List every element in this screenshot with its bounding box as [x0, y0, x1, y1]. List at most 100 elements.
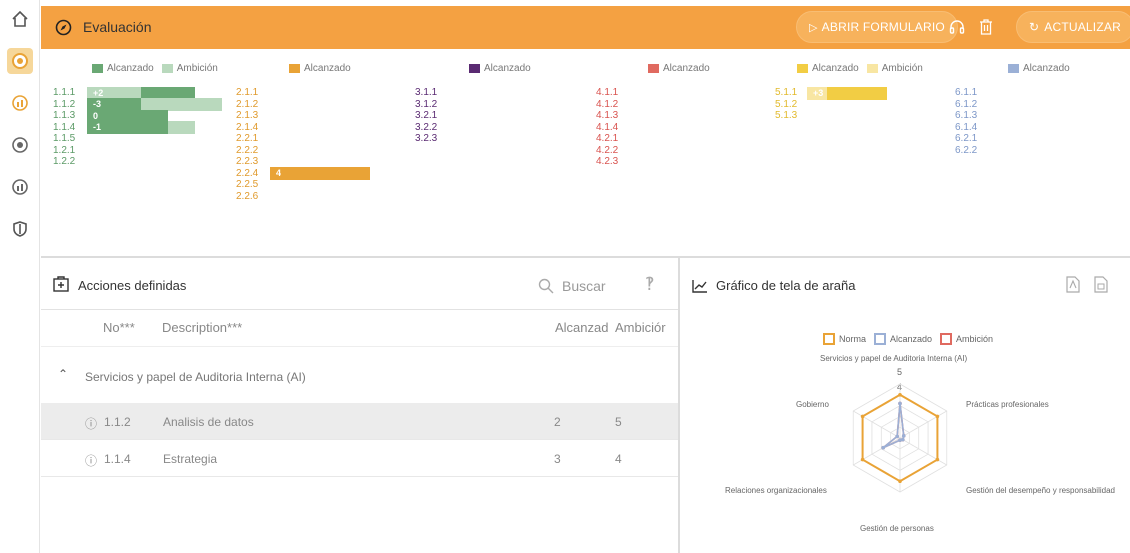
criterion-code[interactable]: 1.1.5 — [53, 133, 75, 145]
cube-nav-icon[interactable] — [7, 132, 33, 158]
criterion-code[interactable]: 4.1.2 — [596, 99, 618, 111]
legend-norma[interactable]: Norma — [839, 334, 866, 344]
criterion-code[interactable]: 3.2.2 — [415, 122, 437, 134]
radar-point — [881, 445, 885, 450]
refresh-button[interactable]: ↻ ACTUALIZAR — [1016, 11, 1130, 43]
excel-icon[interactable] — [1094, 276, 1108, 298]
criterion-code[interactable]: 1.2.1 — [53, 145, 75, 157]
legend-label[interactable]: Alcanzado — [304, 63, 351, 74]
radar-point — [860, 414, 865, 419]
criterion-code[interactable]: 2.2.6 — [236, 191, 258, 203]
open-form-button[interactable]: ▷ ABRIR FORMULARIO — [796, 11, 958, 43]
play-icon: ▷ — [809, 21, 818, 34]
criterion-code[interactable]: 2.2.3 — [236, 156, 258, 168]
legend-label[interactable]: Alcanzado — [663, 63, 710, 74]
axis-label-gobierno: Gobierno — [796, 400, 829, 409]
home-icon[interactable] — [7, 6, 33, 32]
headset-icon[interactable] — [949, 19, 965, 40]
legend-ambicion[interactable]: Ambición — [956, 334, 993, 344]
achieved-bar[interactable] — [270, 167, 370, 180]
criterion-code[interactable]: 6.1.3 — [955, 110, 977, 122]
criterion-code[interactable]: 6.2.2 — [955, 145, 977, 157]
section-divider — [41, 256, 1130, 258]
criterion-code[interactable]: 1.1.4 — [53, 122, 75, 134]
criterion-code[interactable]: 4.2.2 — [596, 145, 618, 157]
legend-label[interactable]: Alcanzado — [812, 63, 859, 74]
col-alcanzado[interactable]: Alcanzad — [555, 320, 608, 335]
radar-point — [898, 479, 902, 484]
evaluation-nav-icon[interactable] — [7, 48, 33, 74]
row-no: 1.1.4 — [104, 452, 131, 466]
radar-grid-ring — [852, 383, 948, 493]
panel-divider — [678, 258, 680, 553]
achieved-bar[interactable] — [827, 86, 887, 100]
info-icon[interactable]: ⓘ — [85, 415, 97, 432]
trash-icon[interactable] — [978, 18, 994, 41]
criterion-code[interactable]: 2.1.1 — [236, 87, 258, 99]
criterion-code[interactable]: 1.2.2 — [53, 156, 75, 168]
criterion-code[interactable]: 4.2.3 — [596, 156, 618, 168]
group-row[interactable]: ⌃ Servicios y papel de Auditoria Interna… — [41, 346, 678, 403]
axis-label-relaciones: Relaciones organizacionales — [725, 486, 827, 495]
row-alcanzado: 3 — [554, 452, 561, 466]
criterion-code[interactable]: 2.1.2 — [236, 99, 258, 111]
criterion-code[interactable]: 4.1.1 — [596, 87, 618, 99]
legend-label[interactable]: Ambición — [882, 63, 923, 74]
chevron-up-icon[interactable]: ⌃ — [58, 367, 68, 381]
criterion-code[interactable]: 1.1.1 — [53, 87, 75, 99]
stats-nav-icon[interactable] — [7, 174, 33, 200]
bar-value-label: +3 — [813, 87, 824, 98]
criterion-code[interactable]: 2.2.2 — [236, 145, 258, 157]
criterion-code[interactable]: 6.1.1 — [955, 87, 977, 99]
axis-label-gestion-personas: Gestión de personas — [860, 524, 934, 533]
info-icon[interactable]: ⓘ — [85, 452, 97, 469]
criterion-code[interactable]: 6.1.4 — [955, 122, 977, 134]
criterion-code[interactable]: 5.1.1 — [775, 87, 797, 99]
criterion-code[interactable]: 4.2.1 — [596, 133, 618, 145]
criterion-code[interactable]: 1.1.3 — [53, 110, 75, 122]
criterion-code[interactable]: 3.1.1 — [415, 87, 437, 99]
table-row[interactable]: ⓘ 1.1.4 Estrategia 3 4 — [41, 440, 678, 477]
criterion-code[interactable]: 4.1.4 — [596, 122, 618, 134]
col-no[interactable]: No*** — [103, 320, 135, 335]
legend-alcanzado[interactable]: Alcanzado — [890, 334, 932, 344]
pdf-icon[interactable] — [1066, 276, 1080, 298]
radar-point — [898, 393, 902, 397]
add-box-icon[interactable] — [53, 276, 69, 297]
table-header-divider — [41, 309, 678, 310]
search-input[interactable]: Buscar — [562, 278, 606, 294]
criterion-code[interactable]: 5.1.2 — [775, 99, 797, 111]
shield-icon[interactable] — [7, 216, 33, 242]
col-ambicion[interactable]: Ambiciór — [615, 320, 666, 335]
legend-label[interactable]: Alcanzado — [484, 63, 531, 74]
legend-swatch — [289, 64, 300, 73]
radar-legend: Norma Alcanzado Ambición — [823, 333, 993, 345]
table-row[interactable]: ⓘ 1.1.2 Analisis de datos 2 5 — [41, 403, 678, 440]
criterion-code[interactable]: 2.1.3 — [236, 110, 258, 122]
legend-label[interactable]: Alcanzado — [1023, 63, 1070, 74]
radar-spoke — [899, 437, 947, 466]
criterion-code[interactable]: 5.1.3 — [775, 110, 797, 122]
radar-point — [860, 457, 865, 462]
criterion-code[interactable]: 6.1.2 — [955, 99, 977, 111]
help-bulb-icon[interactable]: ‽ — [645, 274, 655, 295]
col-description[interactable]: Description*** — [162, 320, 242, 335]
legend-label[interactable]: Ambición — [177, 63, 218, 74]
criterion-code[interactable]: 3.2.1 — [415, 110, 437, 122]
criterion-code[interactable]: 2.1.4 — [236, 122, 258, 134]
legend-label[interactable]: Alcanzado — [107, 63, 154, 74]
legend-swatch — [92, 64, 103, 73]
report-nav-icon[interactable] — [7, 90, 33, 116]
criterion-code[interactable]: 4.1.3 — [596, 110, 618, 122]
actions-title: Acciones definidas — [78, 278, 187, 293]
criterion-code[interactable]: 3.2.3 — [415, 133, 437, 145]
criterion-code[interactable]: 2.2.5 — [236, 179, 258, 191]
criterion-code[interactable]: 6.2.1 — [955, 133, 977, 145]
criterion-code[interactable]: 2.2.1 — [236, 133, 258, 145]
criterion-code[interactable]: 3.1.2 — [415, 99, 437, 111]
radar-point — [898, 438, 902, 442]
criterion-code[interactable]: 1.1.2 — [53, 99, 75, 111]
radar-spoke — [853, 437, 901, 466]
criterion-code[interactable]: 2.2.4 — [236, 168, 258, 180]
search-icon[interactable] — [538, 278, 554, 299]
